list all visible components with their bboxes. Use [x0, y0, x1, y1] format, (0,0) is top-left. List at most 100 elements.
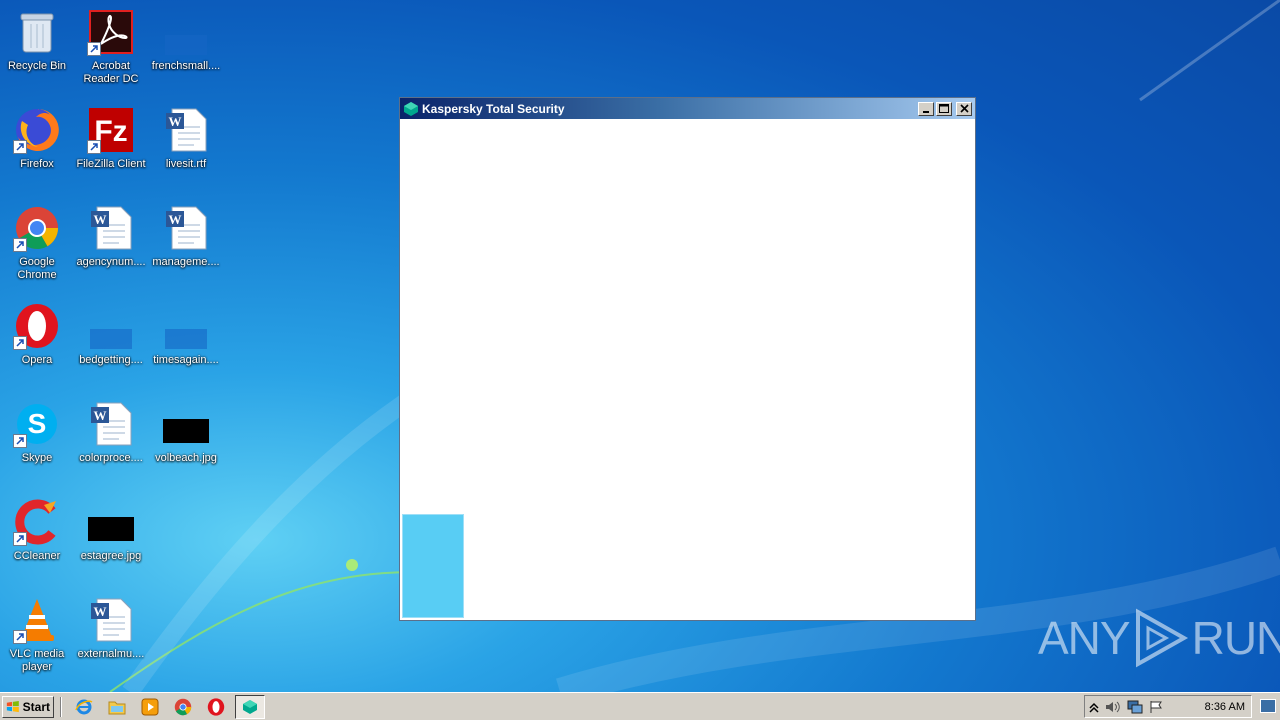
- desktop-icon-recycle-bin[interactable]: Recycle Bin: [0, 2, 74, 94]
- acrobat-reader-icon: [87, 8, 135, 56]
- desktop-icon-vlc[interactable]: VLC media player: [0, 590, 74, 682]
- quicklaunch-explorer[interactable]: [106, 696, 128, 718]
- svg-text:W: W: [94, 408, 107, 423]
- skype-icon: S: [13, 400, 61, 448]
- shortcut-arrow-icon: [13, 434, 27, 448]
- chrome-icon: [13, 204, 61, 252]
- shortcut-arrow-icon: [13, 336, 27, 350]
- explorer-folder-icon: [108, 701, 126, 714]
- svg-text:S: S: [28, 408, 47, 439]
- file-icon: [162, 302, 210, 350]
- file-icon: [87, 302, 135, 350]
- word-document-icon: W: [87, 400, 135, 448]
- ccleaner-icon: [13, 498, 61, 546]
- shortcut-arrow-icon: [87, 140, 101, 154]
- close-icon: [959, 104, 969, 113]
- shortcut-arrow-icon: [13, 532, 27, 546]
- desktop-icon-firefox[interactable]: Firefox: [0, 100, 74, 192]
- desktop-icon-acrobat-reader[interactable]: Acrobat Reader DC: [74, 2, 148, 94]
- desktop-icon-label: Recycle Bin: [7, 60, 67, 72]
- desktop-icon-label: agencynum....: [76, 256, 146, 268]
- desktop-icon-opera[interactable]: Opera: [0, 296, 74, 388]
- shortcut-arrow-icon: [13, 238, 27, 252]
- system-tray: 8:36 AM: [1084, 695, 1252, 718]
- desktop-icon-label: Acrobat Reader DC: [83, 60, 139, 85]
- shortcut-arrow-icon: [13, 630, 27, 644]
- desktop-icon-estagree[interactable]: estagree.jpg: [74, 492, 148, 584]
- desktop-icon-filezilla[interactable]: Fz FileZilla Client: [74, 100, 148, 192]
- desktop-icon-label: manageme....: [152, 256, 220, 268]
- kaspersky-icon: [404, 101, 418, 116]
- firefox-icon: [13, 106, 61, 154]
- play-logo-icon: [1135, 608, 1188, 668]
- svg-text:W: W: [169, 212, 182, 227]
- loading-panel: [402, 514, 464, 618]
- desktop-icon-label: FileZilla Client: [76, 158, 146, 170]
- minimize-button[interactable]: [918, 101, 934, 116]
- desktop-icon-frenchsmall[interactable]: frenchsmall....: [149, 2, 223, 94]
- desktop-icon-timesagain[interactable]: timesagain....: [149, 296, 223, 388]
- window-title: Kaspersky Total Security: [422, 101, 565, 116]
- window-titlebar[interactable]: Kaspersky Total Security: [400, 98, 975, 119]
- word-document-icon: W: [162, 106, 210, 154]
- taskbar: Start 8:36 AM: [0, 692, 1280, 720]
- desktop-icon-volbeach[interactable]: volbeach.jpg: [149, 394, 223, 486]
- network-icon[interactable]: [1127, 700, 1143, 714]
- quicklaunch-media-player[interactable]: [139, 696, 161, 718]
- quicklaunch-internet-explorer[interactable]: [73, 696, 95, 718]
- minimize-icon: [923, 110, 929, 113]
- opera-icon: [13, 302, 61, 350]
- desktop-icon-label: VLC media player: [9, 648, 65, 673]
- word-document-icon: W: [162, 204, 210, 252]
- desktop-icon-agencynum[interactable]: W agencynum....: [74, 198, 148, 290]
- close-button[interactable]: [956, 101, 972, 116]
- taskbar-separator: [60, 696, 62, 717]
- image-thumbnail-icon: [162, 400, 210, 448]
- desktop: Recycle Bin Firefox Google Chrome Opera …: [0, 0, 1280, 692]
- desktop-icon-label: estagree.jpg: [80, 550, 142, 562]
- desktop-icon-label: CCleaner: [13, 550, 61, 562]
- desktop-icon-label: livesit.rtf: [165, 158, 207, 170]
- desktop-icon-manageme[interactable]: W manageme....: [149, 198, 223, 290]
- desktop-icon-label: timesagain....: [153, 354, 219, 366]
- desktop-icon-label: Opera: [21, 354, 53, 366]
- start-label: Start: [22, 699, 50, 714]
- chrome-icon: [174, 698, 192, 715]
- quicklaunch-opera[interactable]: [205, 696, 227, 718]
- volume-icon[interactable]: [1105, 700, 1121, 714]
- show-hidden-icons-icon[interactable]: [1089, 701, 1099, 713]
- anyrun-watermark: ANY RUN: [1038, 608, 1280, 668]
- kaspersky-icon: [243, 699, 257, 714]
- desktop-icon-skype[interactable]: S Skype: [0, 394, 74, 486]
- word-document-icon: W: [87, 204, 135, 252]
- media-player-icon: [141, 698, 159, 715]
- action-center-flag-icon[interactable]: [1149, 700, 1163, 714]
- maximize-icon: [939, 104, 949, 113]
- desktop-icon-label: Google Chrome: [17, 256, 57, 281]
- desktop-icon-ccleaner[interactable]: CCleaner: [0, 492, 74, 584]
- watermark-text-left: ANY: [1038, 612, 1131, 664]
- maximize-button[interactable]: [936, 101, 952, 116]
- desktop-icon-label: bedgetting....: [79, 354, 143, 366]
- quicklaunch-chrome[interactable]: [172, 696, 194, 718]
- desktop-icon-colorproce[interactable]: W colorproce....: [74, 394, 148, 486]
- start-button[interactable]: Start: [2, 695, 54, 718]
- desktop-icon-label: volbeach.jpg: [155, 452, 217, 464]
- clock[interactable]: 8:36 AM: [1205, 701, 1245, 713]
- taskbar-kaspersky-task[interactable]: [235, 694, 265, 719]
- desktop-icon-label: externalmu....: [77, 648, 145, 660]
- svg-text:W: W: [169, 114, 182, 129]
- desktop-icon-livesit[interactable]: W livesit.rtf: [149, 100, 223, 192]
- desktop-icon-bedgetting[interactable]: bedgetting....: [74, 296, 148, 388]
- word-document-icon: W: [87, 596, 135, 644]
- desktop-icon-externalmu[interactable]: W externalmu....: [74, 590, 148, 682]
- show-desktop-button[interactable]: [1260, 699, 1276, 713]
- desktop-icon-google-chrome[interactable]: Google Chrome: [0, 198, 74, 290]
- desktop-icon-label: frenchsmall....: [151, 60, 221, 72]
- desktop-icon-label: Firefox: [20, 158, 54, 170]
- image-thumbnail-icon: [87, 498, 135, 546]
- svg-text:W: W: [94, 212, 107, 227]
- file-icon: [162, 8, 210, 56]
- kaspersky-window[interactable]: Kaspersky Total Security: [399, 97, 976, 621]
- recycle-bin-icon: [13, 8, 61, 56]
